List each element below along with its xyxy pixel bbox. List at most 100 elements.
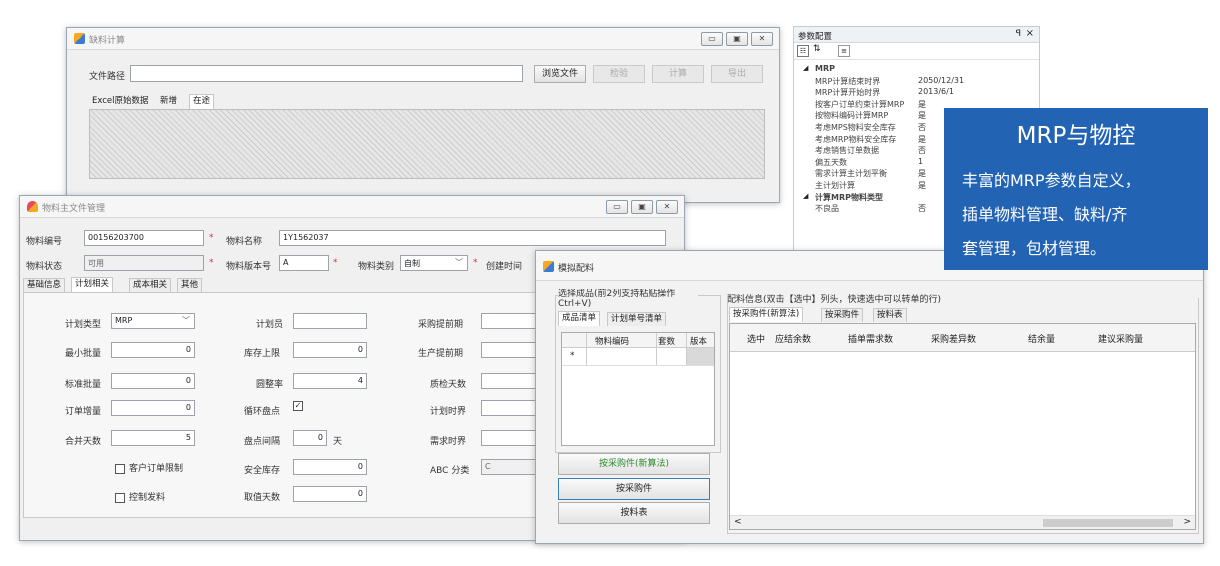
- required-mark: *: [209, 233, 214, 243]
- round-days-input[interactable]: 0: [293, 486, 367, 502]
- material-name-input[interactable]: 1Y1562037: [279, 230, 666, 246]
- control-issue-checkbox[interactable]: 控制发料: [115, 490, 165, 503]
- minimize-button[interactable]: ▭: [606, 200, 628, 214]
- close-button[interactable]: ✕: [656, 200, 678, 214]
- param-key: 考虑销售订单数据: [815, 146, 879, 156]
- tab-basic-info[interactable]: 基础信息: [23, 278, 66, 292]
- plan-fence-input[interactable]: [481, 400, 541, 416]
- col-version[interactable]: 版本: [690, 335, 707, 347]
- cycle-count-checkbox[interactable]: ✓: [293, 401, 303, 411]
- sort-az-icon[interactable]: ⇅: [813, 44, 821, 54]
- count-interval-unit: 天: [333, 437, 343, 447]
- col-material-code[interactable]: 物料编码: [595, 335, 629, 347]
- categorized-icon[interactable]: ☷: [797, 45, 809, 57]
- tab-in-transit[interactable]: 在途: [189, 94, 215, 109]
- tab-right-by-bom[interactable]: 按料表: [873, 308, 907, 322]
- param-value: 是: [918, 181, 926, 190]
- shortage-data-grid[interactable]: [89, 109, 765, 179]
- tab-other[interactable]: 其他: [177, 278, 203, 292]
- plan-type-select[interactable]: MRP ﹀: [111, 313, 195, 329]
- col-suggest-purchase[interactable]: 建议采购量: [1098, 332, 1143, 345]
- batching-grid[interactable]: 选中 应结余数 插单需求数 采购差异数 结余量 建议采购量 < >: [729, 323, 1196, 530]
- scroll-right-icon[interactable]: >: [1183, 517, 1191, 527]
- stock-upper-input[interactable]: 0: [293, 342, 367, 358]
- horizontal-scrollbar[interactable]: < >: [730, 515, 1195, 529]
- table-row[interactable]: *: [562, 348, 714, 366]
- col-balance-qty[interactable]: 结余量: [1028, 332, 1055, 345]
- file-path-input[interactable]: [130, 65, 523, 82]
- product-grid[interactable]: 物料编码 套数 版本 *: [561, 332, 715, 446]
- close-icon[interactable]: ×: [1026, 28, 1034, 39]
- abc-class-input[interactable]: C: [481, 459, 541, 475]
- rounding-rate-input[interactable]: 4: [293, 373, 367, 389]
- banner-line-3: 套管理，包材管理。: [962, 239, 1107, 258]
- planner-input[interactable]: [293, 313, 367, 329]
- maximize-button[interactable]: ▣: [631, 200, 653, 214]
- close-button[interactable]: ✕: [751, 32, 773, 46]
- production-lead-input[interactable]: [481, 342, 541, 358]
- banner-line-1: 丰富的MRP参数自定义，: [962, 171, 1141, 190]
- tab-excel-raw[interactable]: Excel原始数据: [89, 95, 152, 109]
- property-pages-icon[interactable]: ≡: [838, 45, 850, 57]
- scroll-thumb[interactable]: [1043, 519, 1173, 527]
- export-button[interactable]: 导出: [711, 65, 763, 83]
- purchase-lead-input[interactable]: [481, 313, 541, 329]
- minimize-button[interactable]: ▭: [701, 32, 723, 46]
- tab-product-list[interactable]: 成品清单: [558, 311, 601, 326]
- param-value: 2013/6/1: [918, 87, 954, 97]
- material-code-input[interactable]: 00156203700: [84, 230, 204, 246]
- col-sets[interactable]: 套数: [658, 335, 675, 347]
- collapse-icon[interactable]: ◢: [803, 64, 808, 72]
- by-purchase-new-button[interactable]: 按采购件(新算法): [558, 453, 710, 475]
- purchase-lead-label: 采购提前期: [418, 320, 464, 330]
- calculate-button[interactable]: 计算: [652, 65, 704, 83]
- col-insert-demand[interactable]: 插单需求数: [848, 332, 893, 345]
- collapse-icon[interactable]: ◢: [803, 192, 808, 200]
- by-bom-button[interactable]: 按料表: [558, 502, 710, 524]
- tab-cost[interactable]: 成本相关: [129, 278, 172, 292]
- required-mark: *: [333, 258, 338, 268]
- material-version-input[interactable]: A: [279, 255, 329, 271]
- checkbox-unchecked-icon: [115, 463, 125, 474]
- count-interval-input[interactable]: 0: [293, 430, 327, 446]
- verify-button[interactable]: 检验: [593, 65, 645, 83]
- demand-fence-label: 需求时界: [430, 437, 467, 447]
- batching-grid-header: 选中 应结余数 插单需求数 采购差异数 结余量 建议采购量: [730, 324, 1195, 352]
- browse-file-button[interactable]: 浏览文件: [534, 65, 586, 83]
- inspect-days-input[interactable]: [481, 373, 541, 389]
- param-value: 否: [918, 123, 926, 132]
- customer-order-limit-checkbox[interactable]: 客户订单限制: [115, 461, 183, 474]
- std-batch-input[interactable]: 0: [111, 373, 195, 389]
- tab-plan[interactable]: 计划相关: [71, 277, 114, 292]
- tab-right-by-purchase[interactable]: 按采购件: [821, 308, 864, 322]
- param-value: 是: [918, 99, 926, 109]
- checkbox-unchecked-icon: [115, 492, 125, 503]
- param-value: 否: [918, 146, 926, 156]
- order-increment-input[interactable]: 0: [111, 400, 195, 416]
- param-value: 是: [918, 111, 926, 121]
- tab-plan-order-list[interactable]: 计划单号清单: [607, 312, 667, 326]
- merge-days-input[interactable]: 5: [111, 430, 195, 446]
- col-should-balance[interactable]: 应结余数: [775, 332, 811, 345]
- material-title: 物料主文件管理: [42, 204, 106, 214]
- sim-title: 模拟配料: [558, 264, 595, 274]
- material-status-input[interactable]: 可用: [84, 255, 204, 271]
- promo-banner: MRP与物控 丰富的MRP参数自定义， 插单物料管理、缺料/齐 套管理，包材管理…: [944, 108, 1208, 270]
- pin-icon[interactable]: ꟼ: [1016, 29, 1021, 39]
- sim-batching-window: 模拟配料 选择成品(前2列支持粘贴操作 Ctrl+V) 成品清单 计划单号清单 …: [535, 250, 1204, 544]
- safety-stock-input[interactable]: 0: [293, 459, 367, 475]
- demand-fence-input[interactable]: [481, 430, 541, 446]
- material-version-label: 物料版本号: [226, 262, 272, 272]
- maximize-button[interactable]: ▣: [726, 32, 748, 46]
- tab-right-by-purchase-new[interactable]: 按采购件(新算法): [729, 307, 804, 322]
- material-category-select[interactable]: 自制 ﹀: [400, 255, 468, 271]
- by-purchase-button[interactable]: 按采购件: [558, 478, 710, 500]
- tab-new[interactable]: 新增: [157, 95, 180, 109]
- param-key: 按物料编码计算MRP: [815, 111, 889, 121]
- required-mark: *: [473, 258, 478, 268]
- col-purchase-diff[interactable]: 采购差异数: [931, 332, 976, 345]
- col-selected[interactable]: 选中: [747, 332, 765, 345]
- min-batch-input[interactable]: 0: [111, 342, 195, 358]
- param-key: 主计划计算: [815, 181, 855, 190]
- scroll-left-icon[interactable]: <: [734, 517, 742, 527]
